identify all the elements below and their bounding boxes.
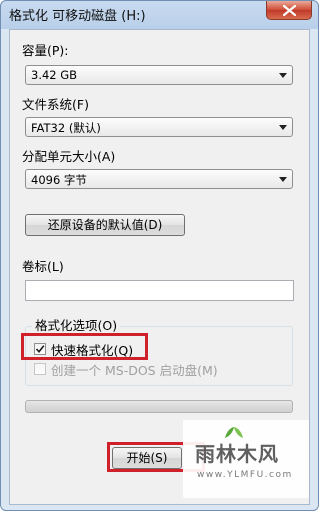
format-options-title: 格式化选项(O) (32, 315, 121, 334)
close-icon (283, 5, 296, 16)
chevron-down-icon (279, 125, 287, 130)
msdos-disk-label[interactable]: 创建一个 MS-DOS 启动盘(M) (51, 360, 218, 379)
format-dialog: 格式化 可移动磁盘 (H:) 容量(P): 3.42 GB 文件系统(F) FA… (0, 0, 319, 511)
restore-defaults-button[interactable]: 还原设备的默认值(D) (25, 214, 185, 236)
chevron-down-icon (279, 177, 287, 182)
volume-label-label: 卷标(L) (22, 259, 64, 274)
allocation-value: 4096 字节 (31, 173, 87, 187)
site-watermark: 雨林木风 www.YLMFU.com (183, 420, 309, 498)
window-title: 格式化 可移动磁盘 (H:) (9, 9, 146, 24)
volume-label-input[interactable] (25, 280, 294, 301)
watermark-name: 雨林木风 (195, 442, 279, 466)
allocation-select[interactable]: 4096 字节 (25, 169, 293, 189)
chevron-down-icon (279, 73, 287, 78)
capacity-value: 3.42 GB (31, 68, 78, 82)
filesystem-label: 文件系统(F) (22, 97, 89, 112)
capacity-select[interactable]: 3.42 GB (25, 65, 293, 85)
capacity-label: 容量(P): (22, 43, 69, 58)
progress-bar (25, 400, 293, 413)
msdos-disk-checkbox[interactable] (34, 363, 46, 375)
filesystem-select[interactable]: FAT32 (默认) (25, 117, 293, 137)
quick-format-highlight (21, 333, 148, 360)
title-bar: 格式化 可移动磁盘 (H:) (1, 1, 318, 27)
close-button[interactable] (266, 1, 312, 20)
watermark-url: www.YLMFU.com (197, 470, 293, 480)
filesystem-value: FAT32 (默认) (31, 121, 101, 135)
allocation-label: 分配单元大小(A) (22, 149, 116, 164)
